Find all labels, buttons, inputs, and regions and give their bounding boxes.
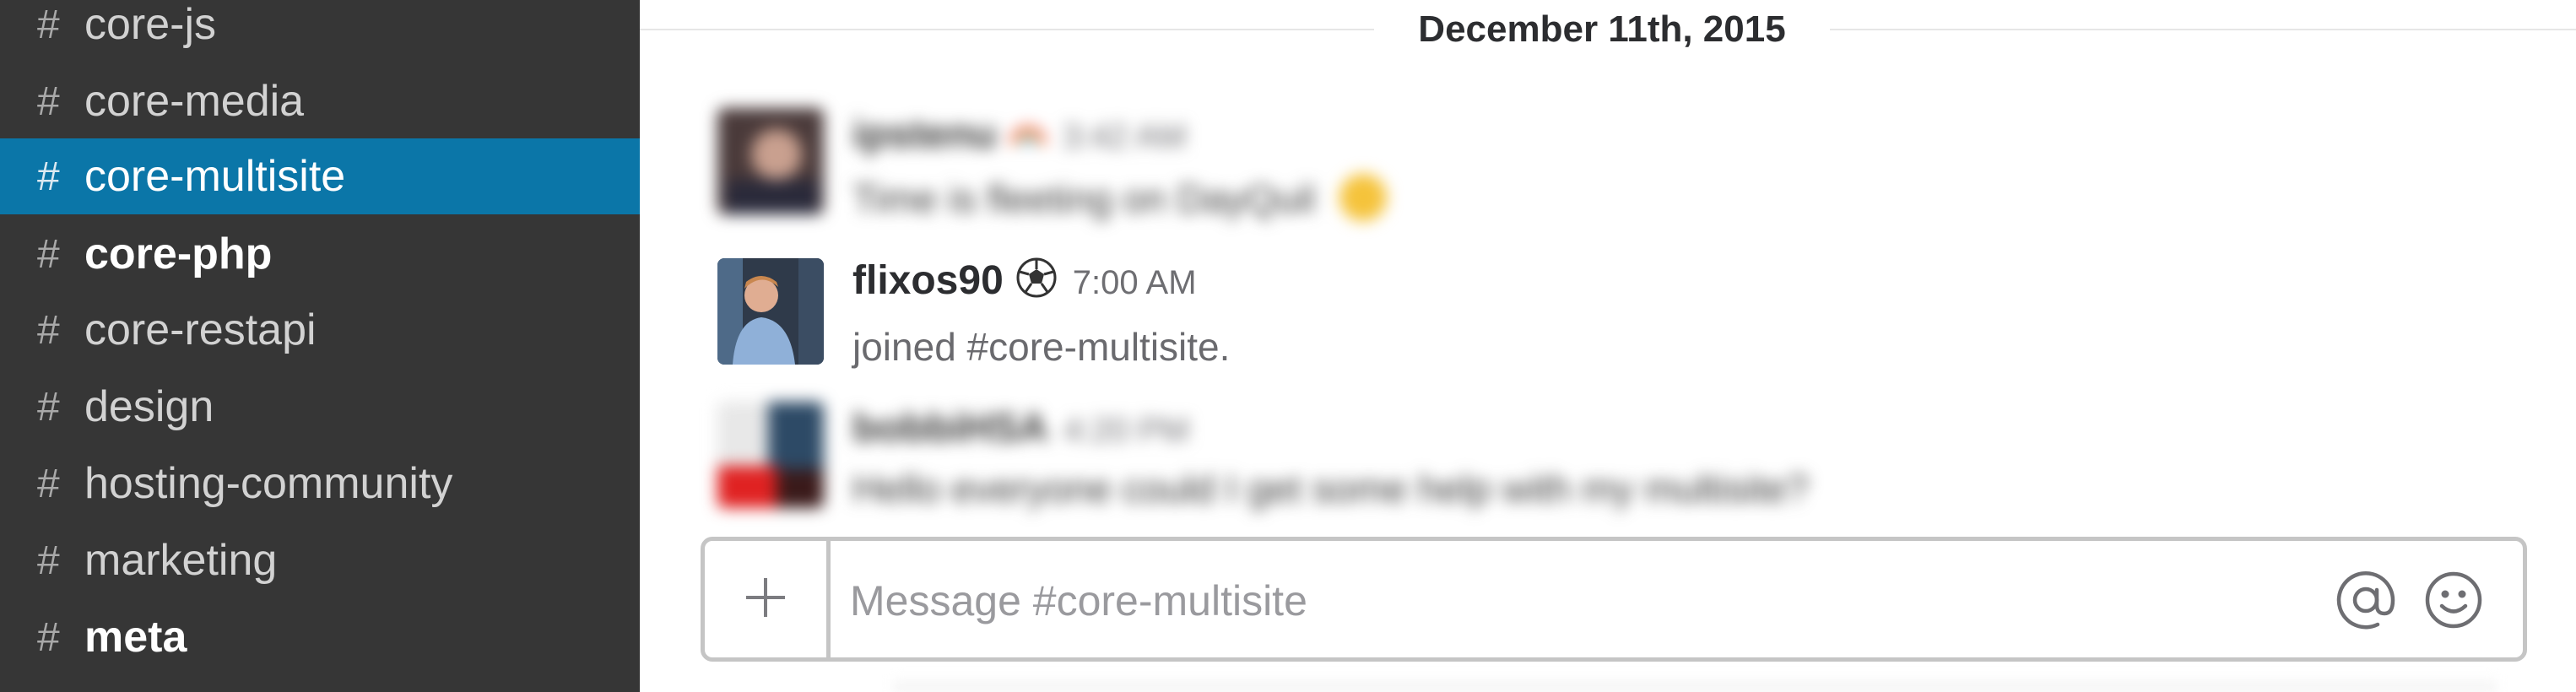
message-ipstenu: ipstenu 3:42 AM Time is fleeting on DayQ… — [717, 108, 1561, 235]
channel-design[interactable]: # design — [0, 369, 640, 445]
message-text: Time is fleeting on DayQuil — [852, 176, 1315, 221]
hash-icon: # — [37, 2, 60, 47]
channel-name: marketing — [84, 536, 278, 585]
username[interactable]: bobbiHSA — [852, 405, 1048, 451]
message-input[interactable] — [848, 560, 2303, 642]
hash-icon: # — [37, 78, 60, 124]
channel-meta[interactable]: # meta — [0, 599, 640, 675]
face-emoji-icon — [1338, 172, 1388, 232]
soccer-ball-icon — [1015, 257, 1058, 302]
bottom-fade — [893, 675, 2497, 692]
channel-name: core-php — [84, 230, 273, 278]
channel-hosting-community[interactable]: # hosting-community — [0, 446, 640, 522]
channel-core-media[interactable]: # core-media — [0, 63, 640, 139]
avatar[interactable] — [717, 258, 824, 365]
username[interactable]: flixos90 — [852, 257, 1004, 304]
channel-name: core-multisite — [84, 152, 346, 201]
plus-icon — [743, 575, 788, 624]
username[interactable]: ipstenu — [852, 111, 997, 158]
hash-icon: # — [37, 538, 60, 583]
avatar[interactable] — [717, 108, 824, 214]
timestamp[interactable]: 4:20 PM — [1063, 412, 1189, 450]
hash-icon: # — [37, 384, 60, 430]
channel-name: core-media — [84, 77, 305, 126]
sidebar: # core-js # core-media # core-multisite … — [0, 0, 640, 692]
avatar[interactable] — [717, 402, 824, 508]
hash-icon: # — [37, 307, 60, 353]
at-mention-icon[interactable] — [2334, 568, 2398, 632]
add-attachment-button[interactable] — [705, 541, 831, 657]
message-text: Hello everyone could I get some help wit… — [852, 467, 1809, 511]
channel-name: meta — [84, 613, 187, 662]
channel-name: core-js — [84, 0, 217, 49]
message-pane: December 11th, 2015 ipstenu 3:42 AM Time… — [640, 0, 2576, 692]
channel-marketing[interactable]: # marketing — [0, 522, 640, 598]
channel-core-js[interactable]: # core-js — [0, 0, 640, 62]
timestamp[interactable]: 3:42 AM — [1063, 118, 1187, 156]
day-divider: December 11th, 2015 — [1374, 0, 1830, 59]
message-flixos90: flixos90 7:00 AM joined #core-multisite. — [717, 257, 1477, 383]
channel-core-restapi[interactable]: # core-restapi — [0, 292, 640, 368]
hash-icon: # — [37, 461, 60, 506]
channel-core-php[interactable]: # core-php — [0, 216, 640, 292]
channel-name: core-restapi — [84, 305, 317, 354]
hash-icon: # — [37, 614, 60, 660]
channel-name: design — [84, 382, 214, 431]
emoji-picker-icon[interactable] — [2422, 568, 2486, 632]
hash-icon: # — [37, 231, 60, 277]
message-composer — [701, 537, 2527, 662]
message-text: joined #core-multisite. — [852, 325, 1231, 369]
message-bobbiHSA: bobbiHSA 4:20 PM Hello everyone could I … — [717, 402, 2068, 528]
timestamp[interactable]: 7:00 AM — [1073, 264, 1197, 302]
rainbow-icon — [1009, 114, 1047, 156]
hash-icon: # — [37, 154, 60, 199]
channel-name: hosting-community — [84, 459, 453, 508]
channel-core-multisite[interactable]: # core-multisite — [0, 138, 640, 214]
